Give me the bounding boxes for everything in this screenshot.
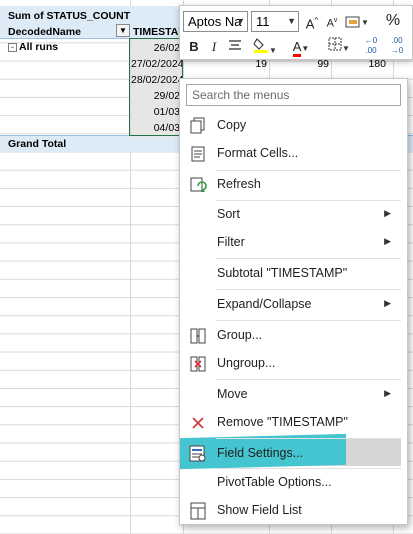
collapse-minus-icon[interactable]: - [8, 43, 17, 52]
accounting-format-icon [345, 16, 360, 28]
menu-item-group[interactable]: Group... [180, 323, 407, 349]
menu-item-label: Remove "TIMESTAMP" [217, 415, 348, 429]
italic-button[interactable]: I [207, 37, 221, 57]
menu-item-expand-collapse[interactable]: Expand/Collapse ▶ [180, 292, 407, 318]
remove-x-icon [192, 417, 204, 429]
menu-item-filter[interactable]: Filter ▶ [180, 230, 407, 256]
menu-item-label: PivotTable Options... [217, 475, 332, 489]
font-name-box[interactable]: Aptos Na ▼ [183, 11, 248, 32]
filter-dropdown-icon[interactable]: ▼ [116, 24, 130, 37]
chevron-down-icon: ▼ [236, 16, 245, 26]
percent-style-button[interactable]: % [383, 11, 403, 31]
refresh-icon [190, 177, 207, 192]
menu-item-remove[interactable]: Remove "TIMESTAMP" [180, 410, 407, 436]
menu-item-subtotal[interactable]: Subtotal "TIMESTAMP" [180, 261, 407, 287]
number-format-icon[interactable]: ▼ [344, 11, 370, 31]
menu-item-refresh[interactable]: Refresh [180, 172, 407, 198]
menu-item-format-cells[interactable]: Format Cells... [180, 141, 407, 167]
menu-item-ungroup[interactable]: Ungroup... [180, 351, 407, 377]
align-lines-icon [229, 40, 241, 50]
row-labels-header[interactable]: DecodedName [8, 26, 81, 38]
format-cells-icon [191, 146, 205, 162]
menu-separator [216, 289, 401, 290]
field-list-icon [190, 502, 206, 520]
menu-item-label: Show Field List [217, 503, 302, 517]
group-icon [190, 328, 206, 344]
decrease-font-size-icon[interactable]: Av [323, 11, 341, 31]
menu-item-label: Expand/Collapse [217, 297, 312, 311]
menu-separator [216, 468, 401, 469]
menu-item-label: Group... [217, 328, 263, 342]
decrease-decimal-icon[interactable]: .00 →0 [384, 36, 410, 56]
values-header[interactable]: Sum of STATUS_COUNT [8, 10, 130, 22]
font-size-box[interactable]: 11 ▼ [251, 11, 299, 32]
submenu-arrow-icon: ▶ [384, 236, 391, 246]
group-row-label[interactable]: All runs [19, 41, 58, 53]
menu-item-label: Copy [217, 118, 247, 132]
align-center-icon[interactable] [226, 37, 244, 57]
bold-button[interactable]: B [186, 37, 202, 57]
menu-item-label: Refresh [217, 177, 261, 191]
mini-toolbar: Aptos Na ▼ 11 ▼ A^ Av ▼ % B I ▼ A▼ ▼ ←0 … [179, 5, 413, 60]
paint-bucket-icon [253, 38, 269, 53]
menu-item-sort[interactable]: Sort ▶ [180, 202, 407, 228]
submenu-arrow-icon: ▶ [384, 298, 391, 308]
borders-icon [328, 37, 342, 51]
font-name-value: Aptos Na [188, 14, 242, 29]
menu-separator [216, 258, 401, 259]
grand-total-label[interactable]: Grand Total [8, 138, 66, 150]
menu-separator [216, 170, 401, 171]
menu-search-input[interactable]: Search the menus [186, 84, 401, 106]
date-cell[interactable]: 04/03 [131, 119, 182, 137]
font-size-value: 11 [256, 14, 270, 29]
menu-separator [216, 200, 401, 201]
increase-decimal-icon[interactable]: ←0.00 [360, 36, 382, 56]
field-settings-icon [189, 445, 206, 462]
fill-color-button[interactable]: ▼ [250, 37, 280, 57]
menu-item-label: Ungroup... [217, 356, 276, 370]
increase-font-size-icon[interactable]: A^ [303, 11, 321, 31]
font-color-button[interactable]: A▼ [286, 37, 316, 57]
ungroup-icon [190, 356, 206, 372]
menu-item-pivottable-options[interactable]: PivotTable Options... [180, 470, 407, 496]
menu-item-label: Move [217, 387, 248, 401]
chevron-down-icon: ▼ [287, 16, 296, 26]
submenu-arrow-icon: ▶ [384, 208, 391, 218]
menu-separator [216, 320, 401, 321]
menu-item-move[interactable]: Move ▶ [180, 382, 407, 408]
menu-separator [216, 438, 401, 439]
menu-item-label: Sort [217, 207, 240, 221]
borders-button[interactable]: ▼ [325, 37, 353, 57]
context-menu: Search the menus Copy Format Cells... Re… [179, 78, 408, 525]
menu-item-label: Filter [217, 235, 245, 249]
menu-item-copy[interactable]: Copy [180, 113, 407, 139]
menu-item-label: Field Settings... [217, 446, 304, 460]
menu-separator [216, 379, 401, 380]
menu-item-field-settings[interactable]: Field Settings... [180, 441, 407, 467]
submenu-arrow-icon: ▶ [384, 388, 391, 398]
menu-item-show-field-list[interactable]: Show Field List [180, 498, 407, 524]
copy-icon [190, 117, 205, 134]
menu-item-label: Format Cells... [217, 146, 299, 160]
menu-item-label: Subtotal "TIMESTAMP" [217, 266, 348, 280]
